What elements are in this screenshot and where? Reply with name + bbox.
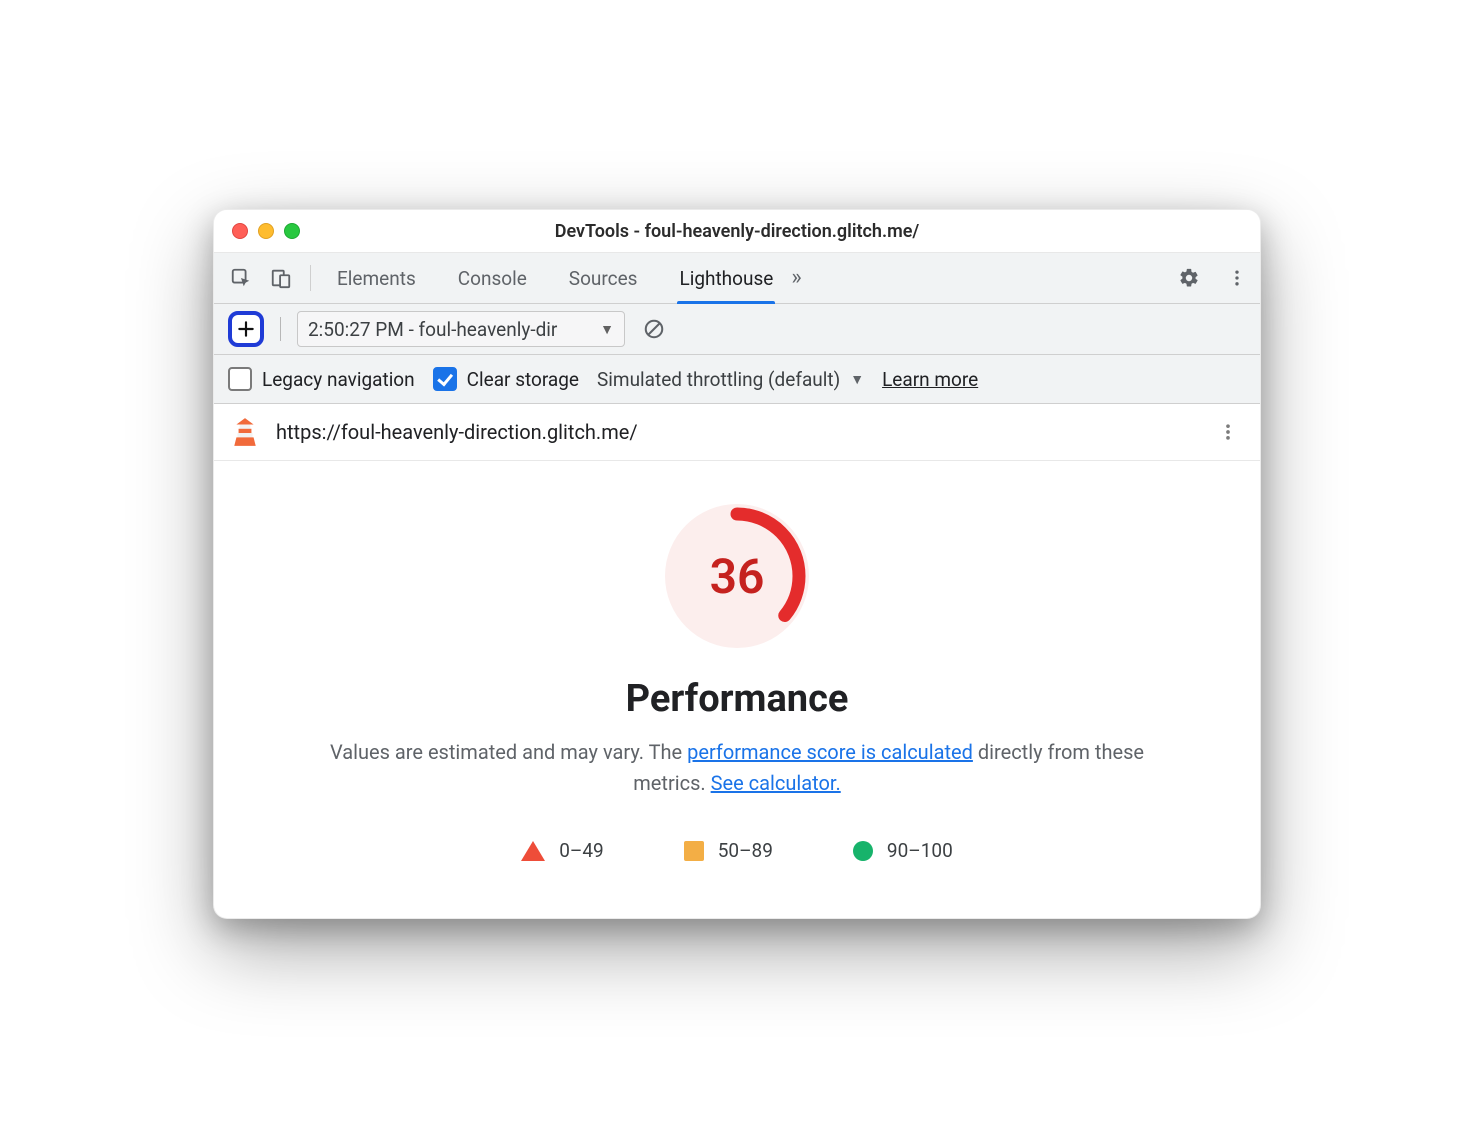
devtools-tabsbar: Elements Console Sources Lighthouse » <box>214 253 1260 304</box>
lighthouse-optionsbar: Legacy navigation Clear storage Simulate… <box>214 355 1260 404</box>
device-toolbar-icon[interactable] <box>268 265 294 291</box>
performance-score: 36 <box>662 501 812 651</box>
report-body: 36 Performance Values are estimated and … <box>214 461 1260 918</box>
clear-storage-checkbox[interactable]: Clear storage <box>433 367 579 391</box>
checkbox-checked-icon <box>433 367 457 391</box>
devtools-window: DevTools - foul-heavenly-direction.glitc… <box>213 209 1261 919</box>
performance-gauge: 36 <box>662 501 812 651</box>
close-window-button[interactable] <box>232 223 248 239</box>
new-report-button[interactable] <box>228 311 264 347</box>
learn-more-link[interactable]: Learn more <box>882 368 978 391</box>
report-select-label: 2:50:27 PM - foul-heavenly-dir <box>308 318 592 341</box>
tab-elements[interactable]: Elements <box>337 253 416 303</box>
score-legend: 0–49 50–89 90–100 <box>238 839 1236 862</box>
desc-text: Values are estimated and may vary. The <box>330 740 687 764</box>
chevron-down-icon: ▼ <box>600 321 614 338</box>
kebab-menu-icon[interactable] <box>1224 265 1250 291</box>
report-url: https://foul-heavenly-direction.glitch.m… <box>276 420 1196 444</box>
lighthouse-actionbar: 2:50:27 PM - foul-heavenly-dir ▼ <box>214 304 1260 355</box>
chevron-down-icon: ▼ <box>850 371 864 388</box>
clear-storage-label: Clear storage <box>467 368 579 391</box>
see-calculator-link[interactable]: See calculator. <box>711 771 841 795</box>
report-urlbar: https://foul-heavenly-direction.glitch.m… <box>214 404 1260 461</box>
throttling-label: Simulated throttling (default) <box>597 368 840 391</box>
legacy-navigation-checkbox[interactable]: Legacy navigation <box>228 367 415 391</box>
legend-low-label: 0–49 <box>559 839 604 862</box>
checkbox-icon <box>228 367 252 391</box>
report-select[interactable]: 2:50:27 PM - foul-heavenly-dir ▼ <box>297 311 625 347</box>
tab-console[interactable]: Console <box>458 253 527 303</box>
lighthouse-logo-icon <box>232 417 258 447</box>
clear-reports-icon[interactable] <box>641 316 667 342</box>
triangle-icon <box>521 841 545 861</box>
legend-high-label: 90–100 <box>887 839 953 862</box>
square-icon <box>684 841 704 861</box>
maximize-window-button[interactable] <box>284 223 300 239</box>
window-controls <box>214 223 300 239</box>
divider <box>310 265 311 291</box>
tabs-right <box>1176 265 1250 291</box>
settings-gear-icon[interactable] <box>1176 265 1202 291</box>
circle-icon <box>853 841 873 861</box>
divider <box>280 317 281 341</box>
inspect-element-icon[interactable] <box>228 265 254 291</box>
tab-sources[interactable]: Sources <box>569 253 638 303</box>
legend-low: 0–49 <box>521 839 604 862</box>
legacy-navigation-label: Legacy navigation <box>262 368 415 391</box>
throttling-select[interactable]: Simulated throttling (default) ▼ <box>597 368 864 391</box>
performance-description: Values are estimated and may vary. The p… <box>327 737 1147 799</box>
more-tabs-icon[interactable]: » <box>787 267 805 289</box>
performance-heading: Performance <box>238 677 1236 721</box>
report-menu-icon[interactable] <box>1214 418 1242 446</box>
minimize-window-button[interactable] <box>258 223 274 239</box>
legend-mid-label: 50–89 <box>718 839 773 862</box>
score-calc-link[interactable]: performance score is calculated <box>687 740 973 764</box>
tabs: Elements Console Sources Lighthouse <box>337 253 773 303</box>
legend-high: 90–100 <box>853 839 953 862</box>
titlebar: DevTools - foul-heavenly-direction.glitc… <box>214 210 1260 253</box>
legend-mid: 50–89 <box>684 839 773 862</box>
window-title: DevTools - foul-heavenly-direction.glitc… <box>214 221 1260 242</box>
tab-lighthouse[interactable]: Lighthouse <box>679 253 773 303</box>
